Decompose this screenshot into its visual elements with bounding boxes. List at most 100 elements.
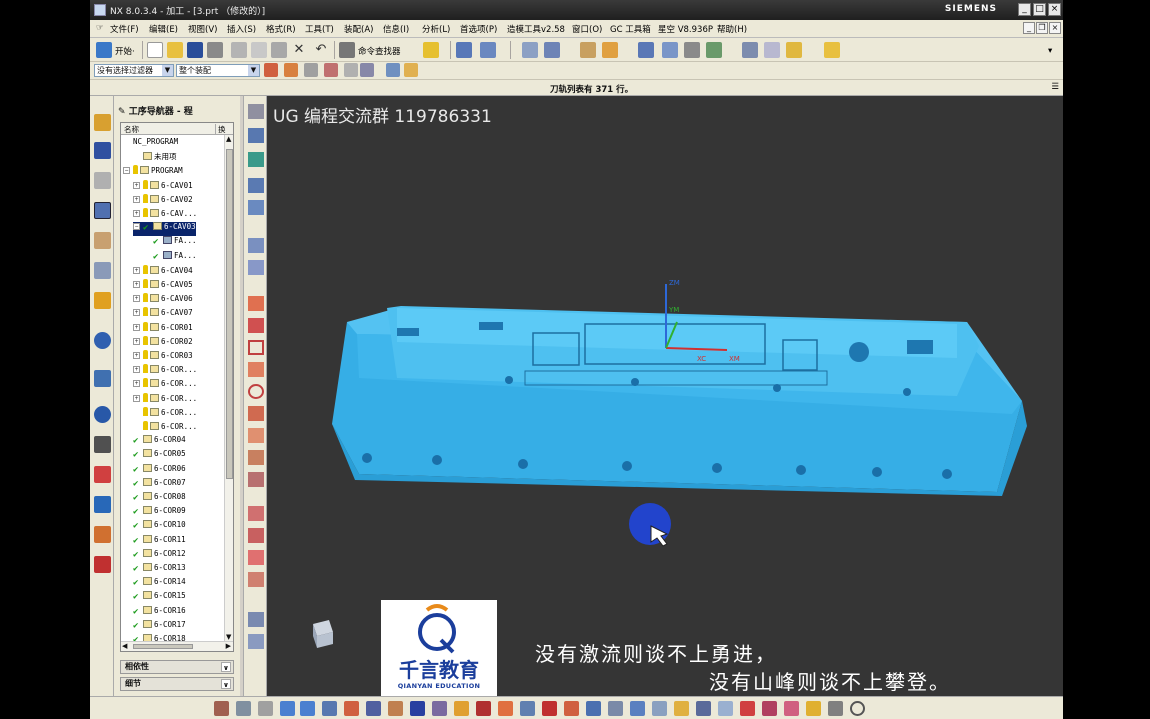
bridge-curve-icon[interactable] xyxy=(248,572,264,587)
expander-icon[interactable]: + xyxy=(133,337,140,345)
ruler-icon[interactable] xyxy=(580,42,596,58)
assembly-navigator-icon[interactable] xyxy=(94,114,111,131)
arrow-right-icon[interactable] xyxy=(300,701,315,716)
chevron-down-icon[interactable]: ∨ xyxy=(221,662,231,672)
tree-vertical-scrollbar[interactable]: ▲ ▼ xyxy=(224,135,233,641)
paste-icon[interactable] xyxy=(271,42,287,58)
expander-icon[interactable]: − xyxy=(133,223,140,231)
command-finder-button[interactable]: 命令查找器 xyxy=(358,45,401,57)
arrow-left-icon[interactable] xyxy=(280,701,295,716)
clock-icon[interactable] xyxy=(94,406,111,423)
reuse-library-icon[interactable] xyxy=(94,262,111,279)
tree-row[interactable]: 6-COR... xyxy=(133,406,197,421)
shell-icon[interactable] xyxy=(586,701,601,716)
menu-file[interactable]: 文件(F) xyxy=(110,23,139,35)
offset-curve-icon[interactable] xyxy=(248,450,264,465)
expander-icon[interactable]: + xyxy=(133,352,140,359)
menu-xingkong[interactable]: 星空 V8.936P xyxy=(658,23,713,35)
navigator-tree[interactable]: 名称 换 NC_PROGRAM 未用项 − PROGRAM +6-CAV01 +6-CAV… xyxy=(120,122,234,652)
trim-curve-icon[interactable] xyxy=(248,506,264,521)
print-icon[interactable] xyxy=(207,42,223,58)
boss-icon[interactable] xyxy=(388,701,403,716)
create-method-icon[interactable] xyxy=(248,200,264,215)
new-file-icon[interactable] xyxy=(147,42,163,58)
line-icon[interactable] xyxy=(248,318,264,333)
tree-row[interactable]: ✔ 6-COR12 xyxy=(123,548,186,563)
tree-row[interactable]: +6-CAV06 xyxy=(133,293,193,307)
tree-row[interactable]: NC_PROGRAM xyxy=(123,137,178,151)
graphics-window[interactable]: ZM YM XC XM UG 编程交流群 119786331 千言教育 QIAN… xyxy=(267,96,1063,696)
menu-modeling-tools[interactable]: 造模工具v2.58 xyxy=(507,23,565,35)
subtract-icon[interactable] xyxy=(498,701,513,716)
expander-icon[interactable]: + xyxy=(133,281,140,288)
block-icon[interactable] xyxy=(410,701,425,716)
dependency-panel[interactable]: 相依性 ∨ xyxy=(120,660,234,674)
web-browser-icon[interactable] xyxy=(94,332,111,349)
menu-view[interactable]: 视图(V) xyxy=(188,23,217,35)
tree-row[interactable]: +6-CAV... xyxy=(133,208,197,222)
layout-icon[interactable] xyxy=(764,42,780,58)
tree-row[interactable]: +6-COR01 xyxy=(133,321,193,336)
status-menu-icon[interactable]: ☰ xyxy=(1051,82,1059,92)
measure-icon[interactable] xyxy=(456,42,472,58)
part-tool-icon[interactable] xyxy=(706,42,722,58)
constraint-navigator-icon[interactable] xyxy=(94,142,111,159)
divide-curve-icon[interactable] xyxy=(248,528,264,543)
tree-row[interactable]: +6-COR03 xyxy=(133,350,193,364)
toolbar-overflow-icon[interactable]: ▾ xyxy=(1048,46,1052,56)
menu-analysis[interactable]: 分析(L) xyxy=(422,23,450,35)
unite-icon[interactable] xyxy=(476,701,491,716)
tree-row[interactable]: ✔ 6-COR15 xyxy=(123,591,186,605)
tree-row[interactable]: ✔ 6-COR09 xyxy=(123,506,186,520)
menu-assembly[interactable]: 装配(A) xyxy=(344,23,373,35)
point-select-icon[interactable] xyxy=(404,63,418,77)
details-panel[interactable]: 细节 ∨ xyxy=(120,677,234,691)
circle-tool-icon[interactable] xyxy=(850,701,865,716)
snap-icon[interactable] xyxy=(480,42,496,58)
type-filter-select[interactable]: 没有选择过滤器 ▼ xyxy=(94,64,174,77)
column-toolchange-header[interactable]: 换 xyxy=(215,124,226,135)
pattern-icon[interactable] xyxy=(784,701,799,716)
scroll-thumb[interactable] xyxy=(226,149,233,479)
cylinder-icon[interactable] xyxy=(432,701,447,716)
fillet-icon[interactable] xyxy=(248,406,264,421)
tree-row[interactable]: ✔ 6-COR11 xyxy=(123,534,186,549)
palette-icon[interactable] xyxy=(94,292,111,309)
mdi-minimize-button[interactable]: _ xyxy=(1023,22,1035,34)
tree-row[interactable]: +6-COR... xyxy=(133,364,197,378)
extrude-icon[interactable] xyxy=(322,701,337,716)
tree-row[interactable]: ✔ 6-COR05 xyxy=(123,449,186,463)
generate-toolpath-icon[interactable] xyxy=(248,260,264,275)
folder-tool-icon[interactable] xyxy=(824,42,840,58)
revolve-icon[interactable] xyxy=(344,701,359,716)
sphere-icon[interactable] xyxy=(454,701,469,716)
highlight-icon[interactable] xyxy=(423,42,439,58)
chamfer-solid-icon[interactable] xyxy=(564,701,579,716)
scroll-up-icon[interactable]: ▲ xyxy=(226,135,231,143)
save-icon[interactable] xyxy=(187,42,203,58)
project-curve-icon[interactable] xyxy=(248,472,264,487)
flag-icon[interactable] xyxy=(638,42,654,58)
scroll-down-icon[interactable]: ▼ xyxy=(226,633,231,641)
view-select-icon[interactable] xyxy=(386,63,400,77)
mold-wizard-icon[interactable] xyxy=(522,42,538,58)
chamfer-icon[interactable] xyxy=(248,428,264,443)
menu-format[interactable]: 格式(R) xyxy=(266,23,296,35)
expander-icon[interactable]: + xyxy=(133,195,140,203)
owl-icon[interactable] xyxy=(684,42,700,58)
general-select-icon[interactable] xyxy=(264,63,278,77)
visualization-icon[interactable] xyxy=(94,556,111,573)
program-group-icon[interactable] xyxy=(248,104,264,119)
clipboard-icon[interactable] xyxy=(236,701,251,716)
part-navigator-icon[interactable] xyxy=(94,172,111,189)
tree-row[interactable]: 6-COR... xyxy=(133,421,197,435)
menu-gc-toolbox[interactable]: GC 工具箱 xyxy=(610,23,651,35)
scroll-left-icon[interactable]: ◀ xyxy=(122,642,127,650)
tree-row[interactable]: ✔ 6-COR14 xyxy=(123,577,186,591)
menu-help[interactable]: 帮助(H) xyxy=(717,23,747,35)
expander-icon[interactable]: + xyxy=(133,394,140,402)
delete-face-icon[interactable] xyxy=(652,701,667,716)
dimension-icon[interactable] xyxy=(602,42,618,58)
tree-row[interactable]: − PROGRAM xyxy=(123,165,183,179)
tree-row[interactable]: ✔ 6-COR17 xyxy=(123,619,186,634)
